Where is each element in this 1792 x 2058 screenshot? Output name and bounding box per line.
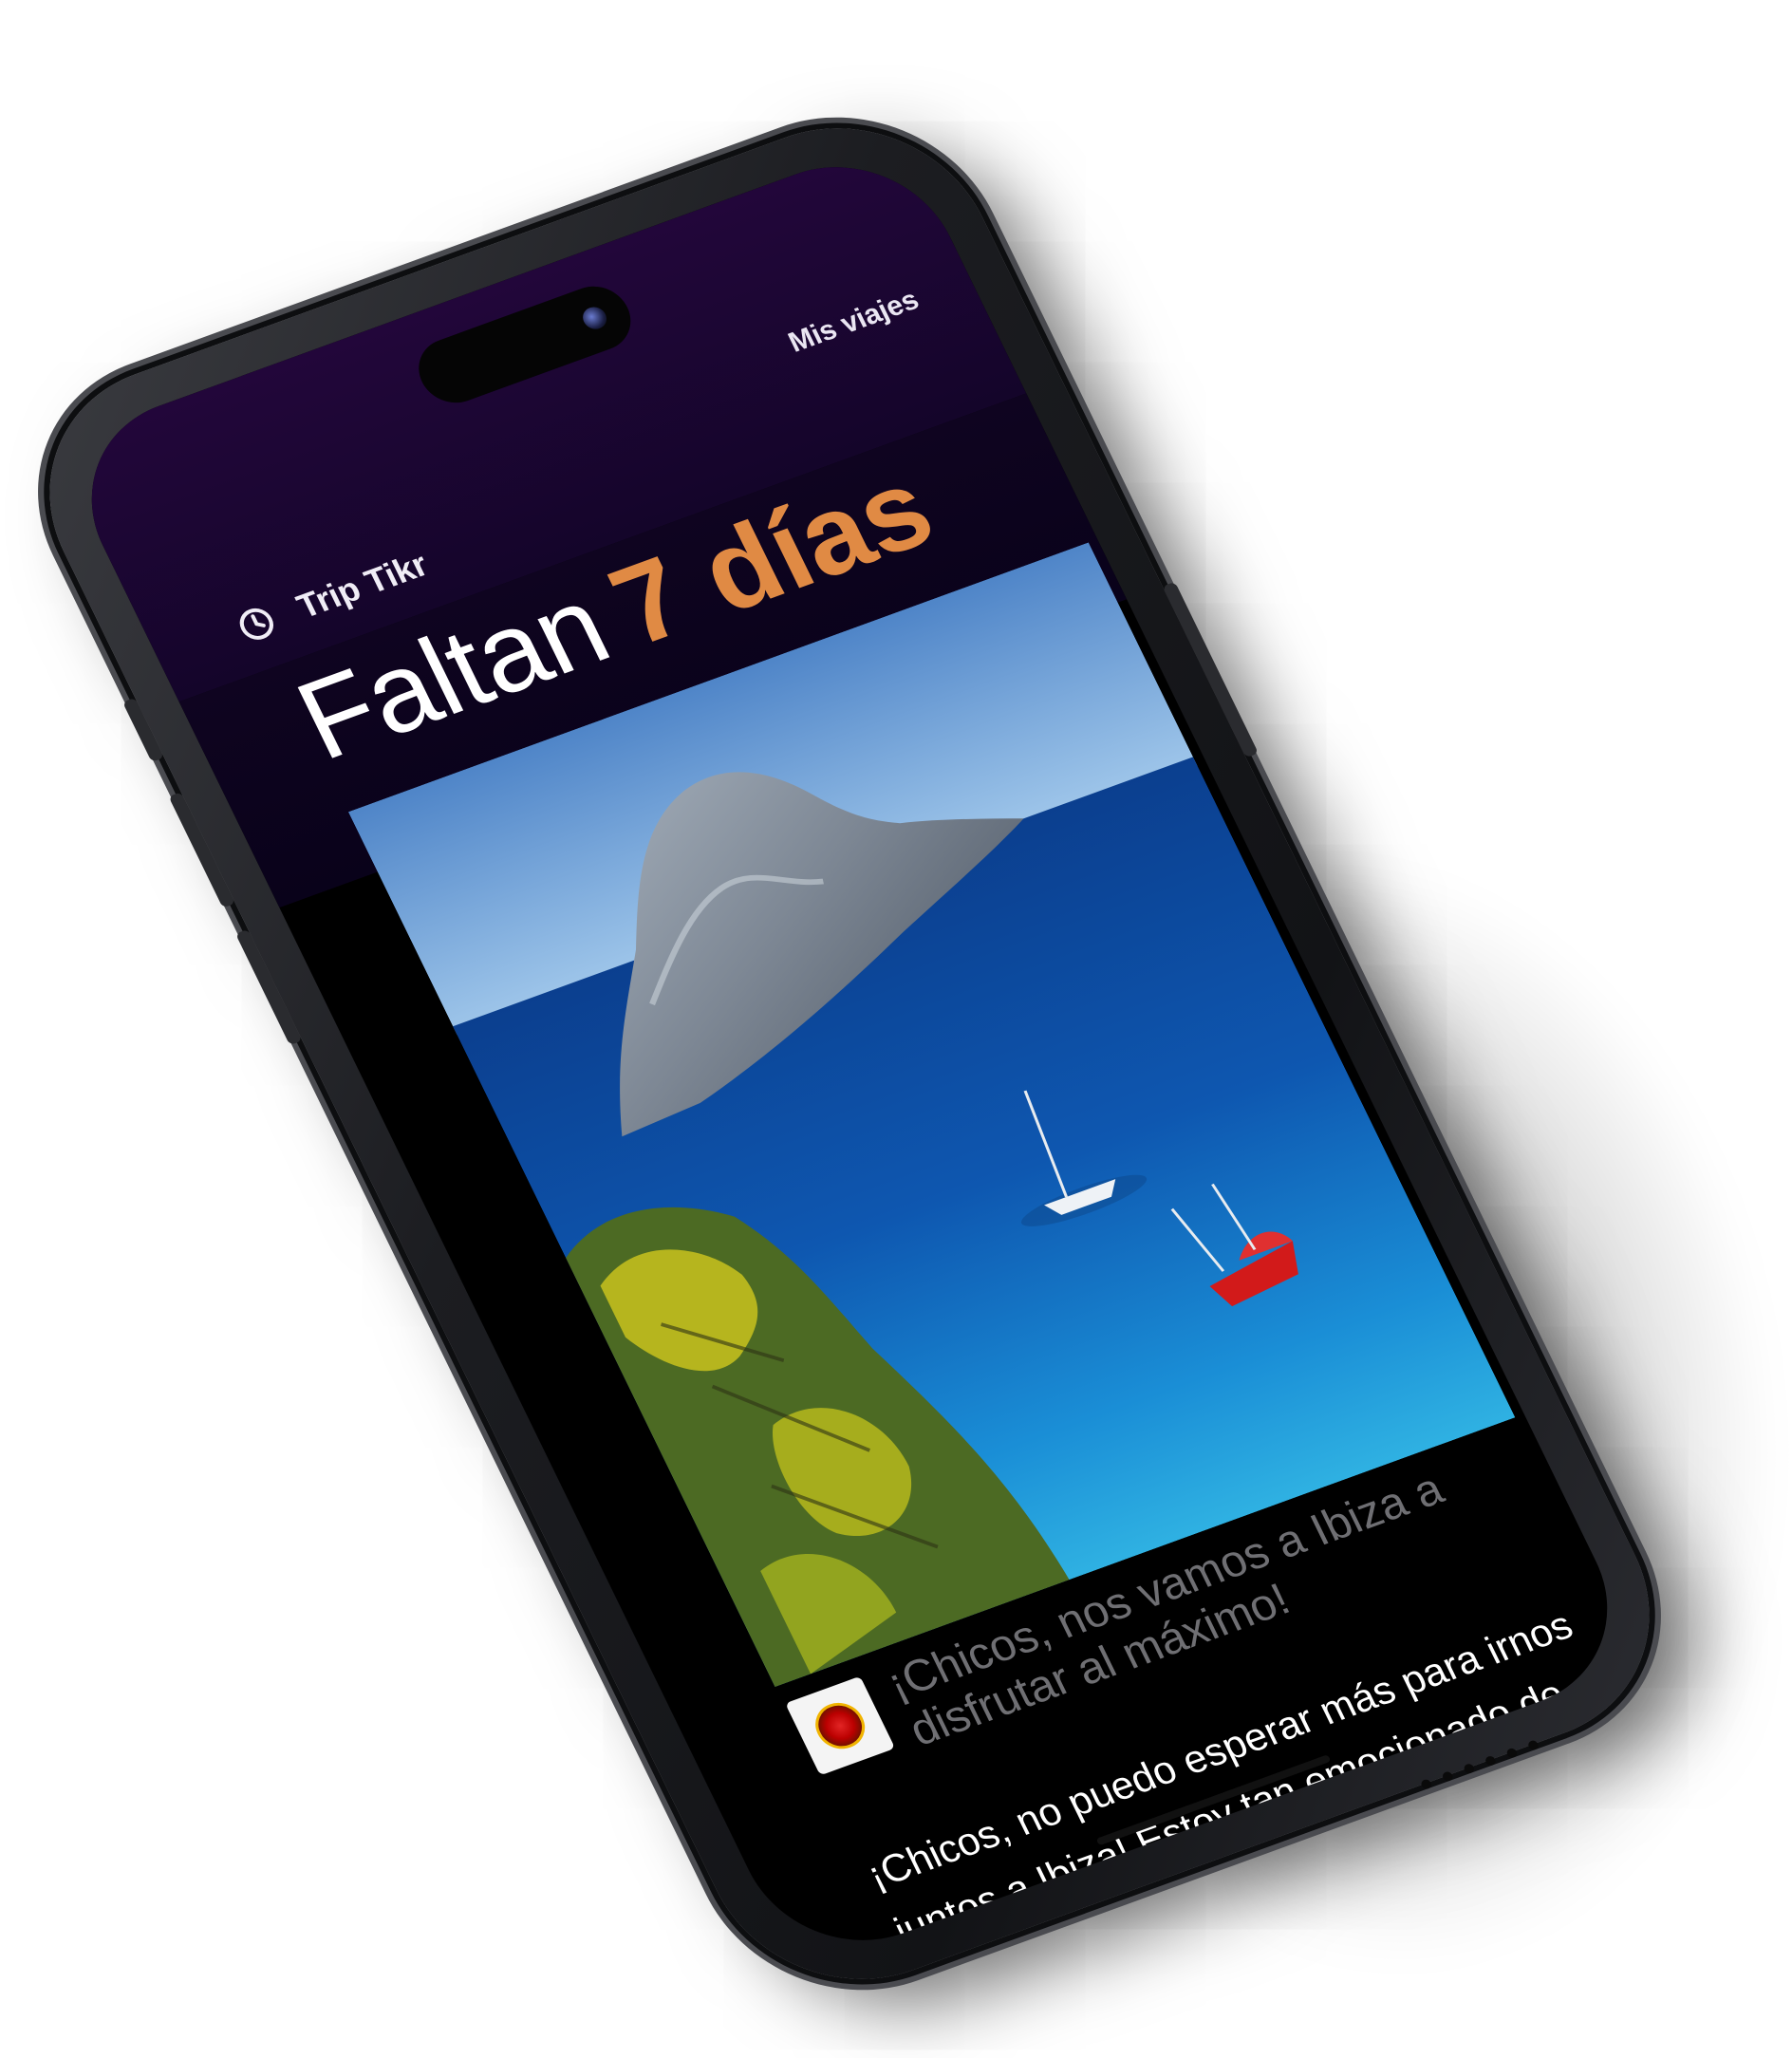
clock-icon <box>239 608 273 640</box>
brand-name: Trip Tikr <box>290 544 435 627</box>
mockup-stage: Mis viajes Trip Tikr Faltan7 días ¡Chico… <box>0 0 1792 2058</box>
avatar[interactable] <box>785 1675 896 1776</box>
avatar-image <box>807 1695 873 1756</box>
nav-my-trips-link[interactable]: Mis viajes <box>784 284 924 359</box>
camera-icon <box>579 304 611 333</box>
